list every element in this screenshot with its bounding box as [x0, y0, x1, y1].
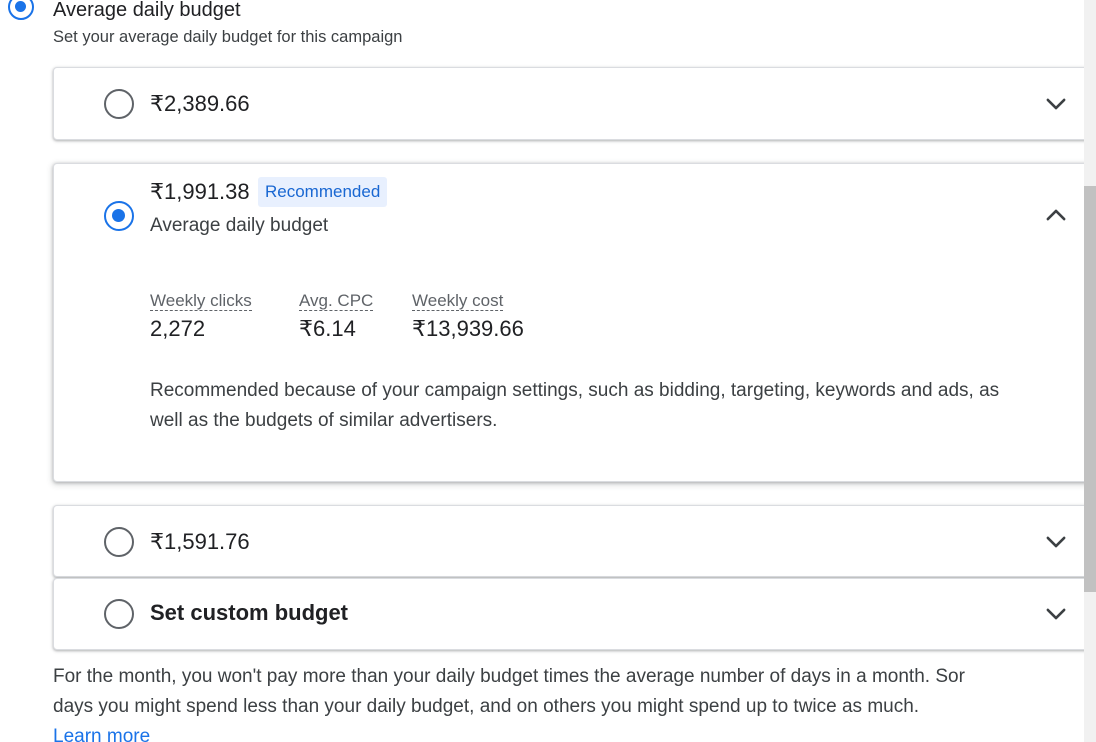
metric-weekly-cost: Weekly cost ₹13,939.66	[412, 291, 524, 342]
budget-option-custom[interactable]: Set custom budget	[53, 578, 1096, 650]
budget-page: Average daily budget Set your average da…	[0, 0, 1096, 742]
chevron-down-icon[interactable]	[1042, 90, 1070, 118]
custom-budget-label: Set custom budget	[150, 600, 349, 625]
section-subtitle: Set your average daily budget for this c…	[53, 28, 403, 46]
budget-option-amount: ₹1,991.38	[150, 179, 250, 204]
scrollbar-thumb[interactable]	[1084, 186, 1096, 592]
budget-option-radio[interactable]	[104, 599, 134, 629]
monthly-limit-note: For the month, you won't pay more than y…	[53, 662, 1096, 722]
metric-weekly-clicks: Weekly clicks 2,272	[150, 291, 252, 342]
recommendation-explanation: Recommended because of your campaign set…	[150, 380, 1000, 431]
budget-option-radio[interactable]	[104, 201, 134, 231]
metric-value: ₹13,939.66	[412, 316, 524, 341]
budget-option-1[interactable]: ₹2,389.66	[53, 67, 1096, 140]
section-title: Average daily budget	[53, 0, 241, 21]
chevron-up-icon[interactable]	[1042, 201, 1070, 229]
metric-value: 2,272	[150, 316, 206, 341]
chevron-down-icon[interactable]	[1042, 528, 1070, 556]
budget-option-3[interactable]: ₹1,591.76	[53, 505, 1096, 577]
budget-option-caption: Average daily budget	[150, 215, 329, 236]
metric-avg-cpc: Avg. CPC ₹6.14	[299, 291, 374, 342]
monthly-limit-note-line-1: For the month, you won't pay more than y…	[53, 666, 965, 687]
metric-label[interactable]: Weekly clicks	[150, 291, 252, 311]
recommended-badge: Recommended	[258, 177, 388, 207]
budget-option-amount: ₹2,389.66	[150, 91, 250, 116]
learn-more-link[interactable]: Learn more	[53, 722, 150, 742]
monthly-limit-note-line-2: days you might spend less than your dail…	[53, 696, 920, 717]
budget-option-radio[interactable]	[104, 89, 134, 119]
average-daily-budget-radio[interactable]	[8, 0, 34, 20]
metric-label[interactable]: Weekly cost	[412, 291, 504, 311]
budget-option-amount: ₹1,591.76	[150, 529, 250, 554]
budget-option-2[interactable]: ₹1,991.38 Recommended Average daily budg…	[53, 163, 1096, 482]
metric-value: ₹6.14	[299, 316, 356, 341]
metric-label[interactable]: Avg. CPC	[299, 291, 374, 311]
budget-option-radio[interactable]	[104, 527, 134, 557]
chevron-down-icon[interactable]	[1042, 600, 1070, 628]
